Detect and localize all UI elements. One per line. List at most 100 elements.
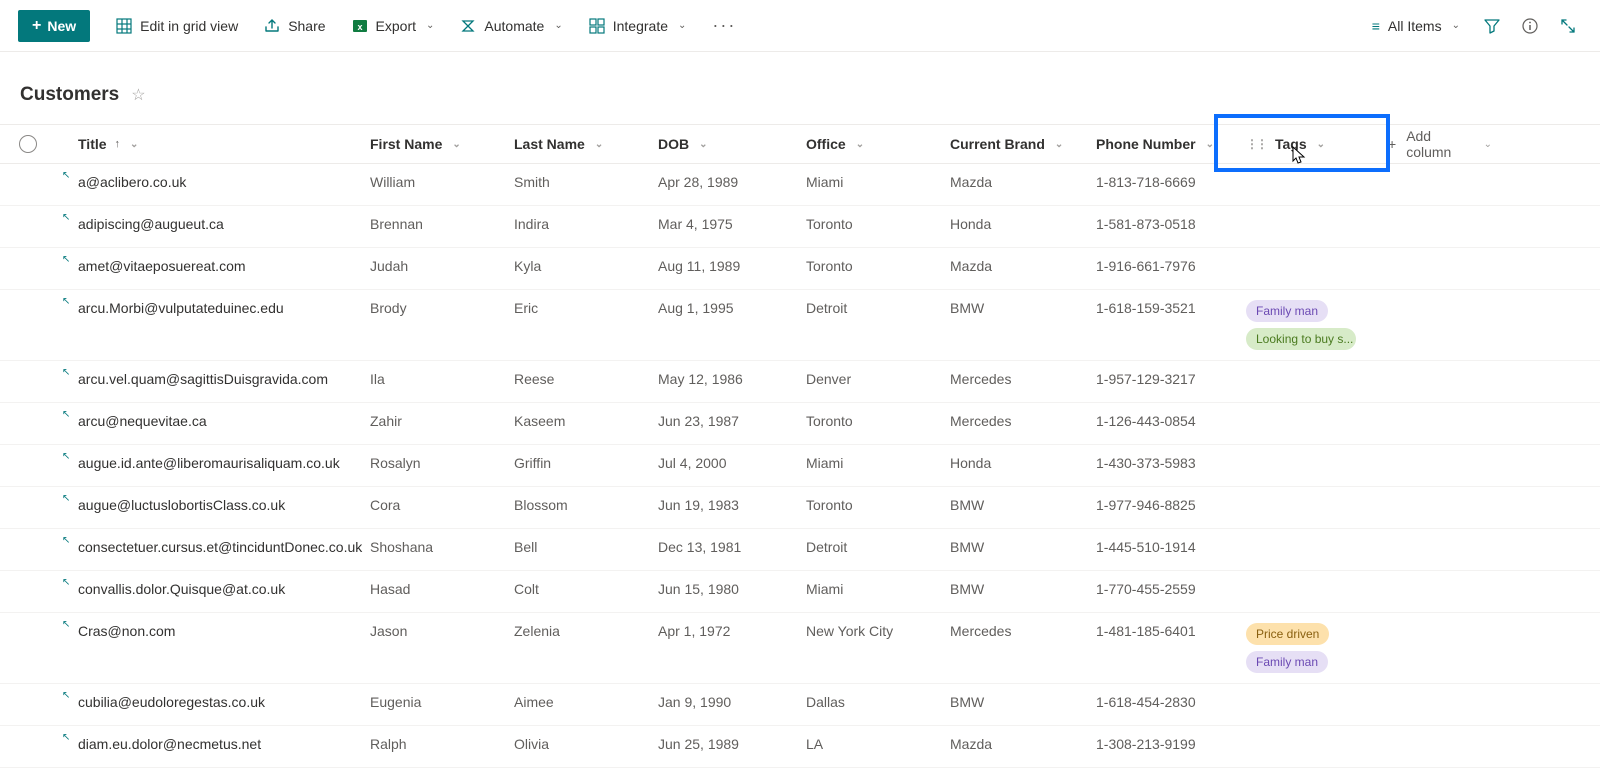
cell-title[interactable]: ↗Cras@non.com — [56, 623, 370, 639]
column-header-dob[interactable]: DOB ⌄ — [658, 136, 806, 152]
cell-dob: Jun 23, 1987 — [658, 413, 806, 429]
cell-office: Denver — [806, 371, 950, 387]
cell-office: Toronto — [806, 258, 950, 274]
plus-icon: + — [32, 18, 41, 34]
title-text: diam.eu.dolor@necmetus.net — [78, 736, 261, 752]
cell-title[interactable]: ↗cubilia@eudoloregestas.co.uk — [56, 694, 370, 710]
table-row[interactable]: ↗augue.id.ante@liberomaurisaliquam.co.uk… — [0, 445, 1600, 487]
cell-title[interactable]: ↗arcu.vel.quam@sagittisDuisgravida.com — [56, 371, 370, 387]
column-header-title[interactable]: Title ↑ ⌄ — [56, 136, 370, 152]
cell-title[interactable]: ↗convallis.dolor.Quisque@at.co.uk — [56, 581, 370, 597]
automate-button[interactable]: Automate ⌄ — [450, 10, 572, 42]
cell-office: Miami — [806, 455, 950, 471]
table-row[interactable]: ↗arcu.Morbi@vulputateduinec.eduBrodyEric… — [0, 290, 1600, 361]
title-text: amet@vitaeposuereat.com — [78, 258, 246, 274]
column-label: Title — [78, 136, 107, 152]
cell-tags[interactable]: Family man Looking to buy s... — [1246, 300, 1406, 350]
title-text: Cras@non.com — [78, 623, 175, 639]
column-header-tags[interactable]: ⋮⋮ Tags ⌄ — [1246, 136, 1388, 152]
cell-dob: Jun 19, 1983 — [658, 497, 806, 513]
grid-body: ↗a@aclibero.co.ukWilliamSmithApr 28, 198… — [0, 164, 1600, 768]
column-label: Tags — [1275, 136, 1307, 152]
table-row[interactable]: ↗arcu.vel.quam@sagittisDuisgravida.comIl… — [0, 361, 1600, 403]
circle-icon — [19, 135, 37, 153]
table-row[interactable]: ↗diam.eu.dolor@necmetus.netRalphOliviaJu… — [0, 726, 1600, 768]
cell-last-name: Blossom — [514, 497, 658, 513]
column-header-phone[interactable]: Phone Number ⌄ — [1096, 136, 1246, 152]
column-header-office[interactable]: Office ⌄ — [806, 136, 950, 152]
tag-pill[interactable]: Price driven — [1246, 623, 1329, 645]
new-button[interactable]: + New — [18, 10, 90, 42]
table-row[interactable]: ↗amet@vitaeposuereat.comJudahKylaAug 11,… — [0, 248, 1600, 290]
export-button[interactable]: x Export ⌄ — [342, 10, 445, 42]
cell-title[interactable]: ↗arcu@nequevitae.ca — [56, 413, 370, 429]
table-row[interactable]: ↗cubilia@eudoloregestas.co.ukEugeniaAime… — [0, 684, 1600, 726]
cell-phone: 1-126-443-0854 — [1096, 413, 1246, 429]
cell-first-name: Ila — [370, 371, 514, 387]
new-label: New — [47, 18, 76, 34]
integrate-label: Integrate — [613, 18, 668, 34]
expand-button[interactable] — [1554, 12, 1582, 40]
view-selector[interactable]: ≡ All Items ⌄ — [1364, 10, 1468, 42]
more-button[interactable]: ··· — [702, 10, 746, 42]
cell-office: Detroit — [806, 300, 950, 316]
column-label: Phone Number — [1096, 136, 1196, 152]
presence-icon: ↗ — [62, 493, 70, 504]
plus-icon: + — [1388, 136, 1396, 152]
cell-last-name: Aimee — [514, 694, 658, 710]
share-icon — [264, 18, 280, 34]
chevron-down-icon: ⌄ — [699, 139, 707, 150]
table-row[interactable]: ↗adipiscing@augueut.caBrennanIndiraMar 4… — [0, 206, 1600, 248]
column-label: Current Brand — [950, 136, 1045, 152]
cell-brand: BMW — [950, 300, 1096, 316]
table-row[interactable]: ↗convallis.dolor.Quisque@at.co.ukHasadCo… — [0, 571, 1600, 613]
table-row[interactable]: ↗Cras@non.comJasonZeleniaApr 1, 1972New … — [0, 613, 1600, 684]
cell-tags[interactable]: Price driven Family man — [1246, 623, 1406, 673]
cell-title[interactable]: ↗a@aclibero.co.uk — [56, 174, 370, 190]
chevron-down-icon: ⌄ — [130, 139, 138, 150]
cell-title[interactable]: ↗diam.eu.dolor@necmetus.net — [56, 736, 370, 752]
cell-brand: Mercedes — [950, 371, 1096, 387]
favorite-button[interactable]: ☆ — [131, 85, 145, 105]
filter-button[interactable] — [1478, 12, 1506, 40]
cell-office: New York City — [806, 623, 950, 639]
column-header-first-name[interactable]: First Name ⌄ — [370, 136, 514, 152]
column-header-current-brand[interactable]: Current Brand ⌄ — [950, 136, 1096, 152]
integrate-button[interactable]: Integrate ⌄ — [579, 10, 697, 42]
cell-title[interactable]: ↗augue.id.ante@liberomaurisaliquam.co.uk — [56, 455, 370, 471]
cell-phone: 1-618-159-3521 — [1096, 300, 1246, 316]
cell-phone: 1-770-455-2559 — [1096, 581, 1246, 597]
cell-brand: BMW — [950, 497, 1096, 513]
table-row[interactable]: ↗arcu@nequevitae.caZahirKaseemJun 23, 19… — [0, 403, 1600, 445]
table-row[interactable]: ↗consectetuer.cursus.et@tinciduntDonec.c… — [0, 529, 1600, 571]
cell-phone: 1-430-373-5983 — [1096, 455, 1246, 471]
select-all-column[interactable] — [0, 135, 56, 153]
edit-grid-button[interactable]: Edit in grid view — [106, 10, 248, 42]
cell-title[interactable]: ↗adipiscing@augueut.ca — [56, 216, 370, 232]
filter-icon — [1484, 18, 1500, 34]
cell-dob: Jul 4, 2000 — [658, 455, 806, 471]
column-header-last-name[interactable]: Last Name ⌄ — [514, 136, 658, 152]
cell-title[interactable]: ↗augue@luctuslobortisClass.co.uk — [56, 497, 370, 513]
tag-pill[interactable]: Family man — [1246, 651, 1328, 673]
cell-title[interactable]: ↗consectetuer.cursus.et@tinciduntDonec.c… — [56, 539, 370, 555]
table-row[interactable]: ↗augue@luctuslobortisClass.co.ukCoraBlos… — [0, 487, 1600, 529]
presence-icon: ↗ — [62, 254, 70, 265]
add-column-button[interactable]: + Add column ⌄ — [1388, 128, 1500, 160]
tag-pill[interactable]: Looking to buy s... — [1246, 328, 1356, 350]
share-button[interactable]: Share — [254, 10, 335, 42]
cell-title[interactable]: ↗arcu.Morbi@vulputateduinec.edu — [56, 300, 370, 316]
cell-phone: 1-445-510-1914 — [1096, 539, 1246, 555]
presence-icon: ↗ — [62, 296, 70, 307]
presence-icon: ↗ — [62, 577, 70, 588]
chevron-down-icon: ⌄ — [678, 20, 686, 31]
info-button[interactable] — [1516, 12, 1544, 40]
table-row[interactable]: ↗a@aclibero.co.ukWilliamSmithApr 28, 198… — [0, 164, 1600, 206]
cell-title[interactable]: ↗amet@vitaeposuereat.com — [56, 258, 370, 274]
grid-icon — [116, 18, 132, 34]
cell-first-name: Ralph — [370, 736, 514, 752]
tag-pill[interactable]: Family man — [1246, 300, 1328, 322]
cell-dob: Jun 15, 1980 — [658, 581, 806, 597]
excel-icon: x — [352, 18, 368, 34]
presence-icon: ↗ — [62, 409, 70, 420]
